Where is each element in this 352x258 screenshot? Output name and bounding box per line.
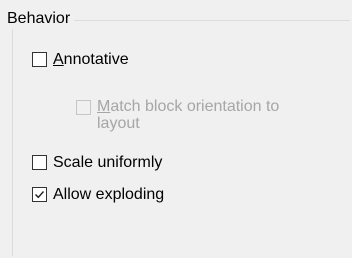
- annotative-checkbox-box[interactable]: [32, 52, 47, 67]
- allow-exploding-label: Allow exploding: [53, 186, 165, 203]
- scale-uniformly-checkbox[interactable]: Scale uniformly: [32, 153, 162, 172]
- behavior-group-title: Behavior: [5, 9, 75, 29]
- annotative-label: Annotative: [53, 51, 129, 68]
- match-block-orientation-label: Match block orientation to layout: [97, 98, 280, 132]
- checkmark-icon: [35, 191, 45, 199]
- scale-uniformly-label: Scale uniformly: [53, 154, 163, 171]
- match-block-orientation-checkbox-box[interactable]: [76, 100, 91, 115]
- allow-exploding-checkbox[interactable]: Allow exploding: [32, 185, 164, 204]
- scale-uniformly-checkbox-box[interactable]: [32, 155, 47, 170]
- match-block-orientation-checkbox[interactable]: Match block orientation to layout: [76, 98, 279, 132]
- allow-exploding-checkbox-box[interactable]: [32, 187, 47, 202]
- annotative-checkbox[interactable]: Annotative: [32, 50, 129, 69]
